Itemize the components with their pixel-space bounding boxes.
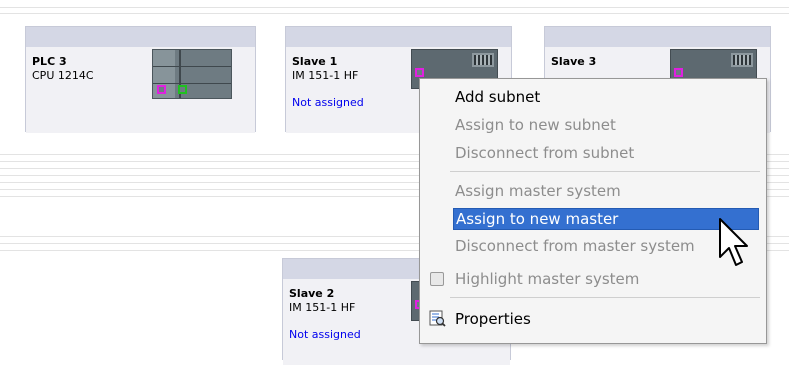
menu-separator [450, 297, 760, 298]
device-name: PLC 3 [32, 55, 67, 68]
device-type: CPU 1214C [32, 69, 94, 82]
assignment-status[interactable]: Not assigned [289, 328, 361, 341]
assignment-status[interactable]: Not assigned [292, 96, 364, 109]
profibus-port-icon[interactable] [415, 68, 424, 77]
menu-separator [450, 171, 760, 172]
menu-item-assign-new-master[interactable]: Assign to new master [453, 208, 759, 230]
menu-item-disconnect-master-system[interactable]: Disconnect from master system [455, 236, 695, 256]
profibus-port-icon[interactable] [674, 68, 683, 77]
device-name: Slave 3 [551, 55, 597, 68]
device-type: IM 151-1 HF [289, 301, 356, 314]
menu-item-disconnect-subnet[interactable]: Disconnect from subnet [455, 143, 634, 163]
plc-module-icon [152, 49, 232, 99]
menu-item-highlight-master-system[interactable]: Highlight master system [455, 269, 639, 289]
device-plc-3[interactable]: PLC 3 CPU 1214C [25, 26, 256, 133]
device-name: Slave 1 [292, 55, 338, 68]
device-type: IM 151-1 HF [292, 69, 359, 82]
menu-item-properties[interactable]: Properties [455, 309, 531, 329]
properties-icon [429, 310, 446, 327]
profibus-port-icon[interactable] [178, 85, 187, 94]
device-name: Slave 2 [289, 287, 335, 300]
context-menu[interactable]: Add subnet Assign to new subnet Disconne… [419, 78, 767, 344]
menu-item-assign-new-subnet[interactable]: Assign to new subnet [455, 115, 616, 135]
highlight-master-system-checkbox[interactable] [430, 272, 444, 286]
mouse-cursor-icon [719, 218, 748, 266]
profinet-port-icon[interactable] [157, 85, 166, 94]
menu-item-assign-master-system[interactable]: Assign master system [455, 181, 621, 201]
menu-item-add-subnet[interactable]: Add subnet [455, 87, 540, 107]
